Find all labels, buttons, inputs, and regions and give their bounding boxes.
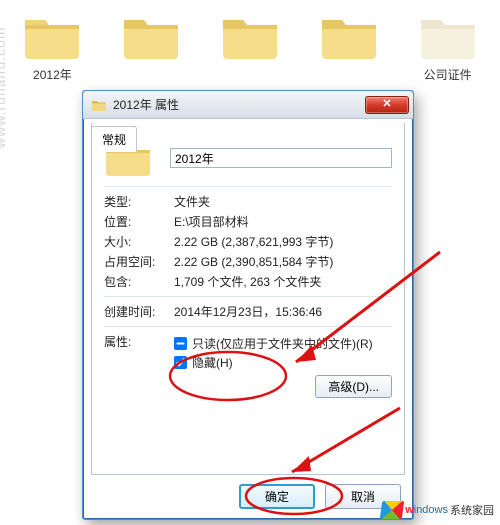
folder-icon [220,10,280,62]
value-size-on-disk: 2.22 GB (2,390,851,584 字节) [174,253,392,270]
ok-button[interactable]: 确定 [239,484,315,509]
value-location: E:\项目部材料 [174,213,392,230]
name-input[interactable] [170,148,392,168]
value-type: 文件夹 [174,193,392,210]
label-contains: 包含: [104,273,174,290]
dialog-buttons: 确定 取消 [239,484,401,509]
windows-logo-icon [380,501,405,519]
general-panel: 类型:文件夹 位置:E:\项目部材料 大小:2.22 GB (2,387,621… [91,123,405,475]
label-created: 创建时间: [104,303,174,320]
advanced-button[interactable]: 高级(D)... [315,375,392,398]
watermark-right: windows系统家园 [381,501,494,519]
readonly-label: 只读(仅应用于文件夹中的文件)(R) [192,335,373,352]
label-type: 类型: [104,193,174,210]
hidden-checkbox[interactable] [174,356,187,369]
folder-icon [319,10,379,62]
titlebar[interactable]: 2012年 属性 ✕ [83,91,413,119]
value-created: 2014年12月23日，15:36:46 [174,303,392,320]
folder-item[interactable]: 公司证件 [413,10,482,110]
folder-icon [22,10,82,62]
folder-icon [121,10,181,62]
dialog-title: 2012年 属性 [113,96,365,113]
label-size-on-disk: 占用空间: [104,253,174,270]
folder-label: 2012年 [18,66,87,83]
watermark-left: www.ruhaifu.com [0,26,8,148]
label-size: 大小: [104,233,174,250]
close-button[interactable]: ✕ [365,96,409,114]
close-icon: ✕ [382,99,391,110]
hidden-label: 隐藏(H) [192,354,233,371]
properties-dialog: 2012年 属性 ✕ 常规 共享 安全 以前的版本 自定义 类型:文件夹 位置:… [82,90,414,520]
readonly-checkbox[interactable] [174,337,187,350]
folder-item[interactable]: 2012年 [18,10,87,110]
tab-general[interactable]: 常规 [91,126,137,152]
folder-icon [91,97,107,113]
readonly-checkbox-row[interactable]: 只读(仅应用于文件夹中的文件)(R) [174,335,392,352]
value-contains: 1,709 个文件, 263 个文件夹 [174,273,392,290]
label-attributes: 属性: [104,333,174,350]
folder-label: 公司证件 [413,66,482,83]
value-size: 2.22 GB (2,387,621,993 字节) [174,233,392,250]
folder-icon [418,10,478,62]
label-location: 位置: [104,213,174,230]
hidden-checkbox-row[interactable]: 隐藏(H) [174,354,392,371]
